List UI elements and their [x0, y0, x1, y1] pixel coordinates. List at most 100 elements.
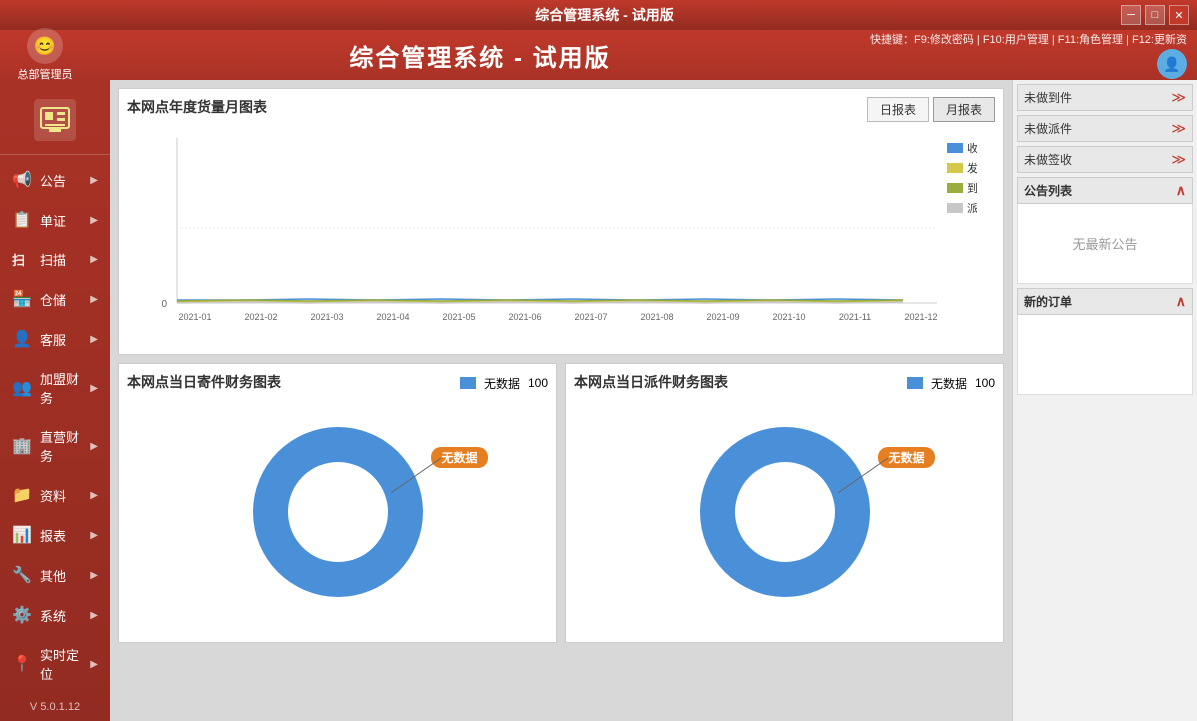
header-title: 综合管理系统 - 试用版 — [90, 38, 870, 73]
donut-left-legend: 无数据 100 — [460, 375, 548, 392]
not-dispatched-section: 未做派件 ≫ — [1017, 115, 1193, 142]
svg-text:收件: 收件 — [967, 141, 977, 155]
report-arrow: ▶ — [90, 530, 98, 541]
donut-left-legend-label: 无数据 — [484, 375, 520, 392]
minimize-button[interactable]: ─ — [1121, 5, 1141, 25]
sidebar-item-service[interactable]: 👤 客服 ▶ — [0, 319, 110, 359]
other-label: 其他 — [40, 566, 90, 585]
notice-arrow: ▶ — [90, 175, 98, 186]
alliance-icon: 👥 — [12, 378, 34, 398]
data-icon: 📁 — [12, 485, 34, 505]
new-order-content — [1017, 315, 1193, 395]
notice-list-header[interactable]: 公告列表 ∧ — [1017, 177, 1193, 204]
document-label: 单证 — [40, 211, 90, 230]
system-arrow: ▶ — [90, 610, 98, 621]
new-order-header[interactable]: 新的订单 ∧ — [1017, 288, 1193, 315]
not-arrived-section: 未做到件 ≫ — [1017, 84, 1193, 111]
maximize-button[interactable]: □ — [1145, 5, 1165, 25]
notice-list-empty: 无最新公告 — [1072, 237, 1137, 252]
service-arrow: ▶ — [90, 334, 98, 345]
data-label: 资料 — [40, 486, 90, 505]
svg-text:2021-12: 2021-12 — [904, 312, 937, 322]
sidebar-item-report[interactable]: 📊 报表 ▶ — [0, 515, 110, 555]
donut-left-svg — [238, 412, 438, 612]
donut-right-legend-label: 无数据 — [931, 375, 967, 392]
svg-text:2021-01: 2021-01 — [178, 312, 211, 322]
location-icon: 📍 — [12, 654, 34, 674]
close-button[interactable]: ✕ — [1169, 5, 1189, 25]
window-controls: ─ □ ✕ — [1121, 5, 1189, 25]
badge-line-svg — [391, 458, 451, 498]
donut-right-no-data: 无数据 — [878, 447, 934, 468]
location-arrow: ▶ — [90, 659, 98, 670]
not-signed-section: 未做签收 ≫ — [1017, 146, 1193, 173]
donut-right-legend-value: 100 — [975, 376, 995, 390]
system-icon: ⚙️ — [12, 605, 34, 625]
not-arrived-header[interactable]: 未做到件 ≫ — [1017, 84, 1193, 111]
svg-text:2021-09: 2021-09 — [706, 312, 739, 322]
notice-icon: 📢 — [12, 170, 34, 190]
sidebar-item-scan[interactable]: 扫 扫描 ▶ — [0, 240, 110, 279]
not-arrived-label: 未做到件 — [1024, 89, 1072, 106]
direct-label: 直营财务 — [40, 427, 90, 465]
new-order-section: 新的订单 ∧ — [1017, 288, 1193, 395]
sidebar-item-alliance[interactable]: 👥 加盟财务 ▶ — [0, 359, 110, 417]
chart-buttons: 日报表 月报表 — [867, 97, 995, 122]
svg-text:2021-06: 2021-06 — [508, 312, 541, 322]
notice-list-section: 公告列表 ∧ 无最新公告 — [1017, 177, 1193, 284]
sidebar-item-direct[interactable]: 🏢 直营财务 ▶ — [0, 417, 110, 475]
sidebar-item-warehouse[interactable]: 🏪 仓储 ▶ — [0, 279, 110, 319]
notice-list-content: 无最新公告 — [1017, 204, 1193, 284]
header-logo: 😊 总部管理员 — [10, 28, 80, 82]
sidebar-item-notice[interactable]: 📢 公告 ▶ — [0, 160, 110, 200]
donut-left-legend-color — [460, 377, 476, 389]
sidebar-logo-icon — [34, 99, 76, 141]
donut-right-legend-color — [907, 377, 923, 389]
titlebar-title: 综合管理系统 - 试用版 — [88, 5, 1121, 25]
donut-left-title: 本网点当日寄件财务图表 — [127, 372, 281, 392]
svg-text:2021-08: 2021-08 — [640, 312, 673, 322]
donut-left-card: 本网点当日寄件财务图表 无数据 100 — [118, 363, 557, 643]
donut-left-legend-value: 100 — [528, 376, 548, 390]
warehouse-icon: 🏪 — [12, 289, 34, 309]
donut-right-container: 无数据 — [574, 402, 995, 622]
sidebar-item-data[interactable]: 📁 资料 ▶ — [0, 475, 110, 515]
svg-text:2021-04: 2021-04 — [376, 312, 409, 322]
not-arrived-expand-icon: ≫ — [1171, 89, 1186, 106]
svg-text:2021-03: 2021-03 — [310, 312, 343, 322]
svg-text:2021-05: 2021-05 — [442, 312, 475, 322]
donut-right-legend: 无数据 100 — [907, 375, 995, 392]
monthly-report-button[interactable]: 月报表 — [933, 97, 995, 122]
donut-right-card: 本网点当日派件财务图表 无数据 100 — [565, 363, 1004, 643]
sidebar-item-location[interactable]: 📍 实时定位 ▶ — [0, 635, 110, 693]
not-signed-expand-icon: ≫ — [1171, 151, 1186, 168]
line-chart-svg: 0 2021-01 2021-02 — [137, 128, 977, 338]
not-dispatched-header[interactable]: 未做派件 ≫ — [1017, 115, 1193, 142]
donut-row: 本网点当日寄件财务图表 无数据 100 — [118, 363, 1004, 643]
donut-left-container: 无数据 — [127, 402, 548, 622]
sidebar: 📢 公告 ▶ 📋 单证 ▶ 扫 扫描 ▶ 🏪 仓储 ▶ 👤 客服 ▶ 👥 加盟财… — [0, 80, 110, 721]
new-order-label: 新的订单 — [1024, 293, 1072, 310]
direct-icon: 🏢 — [12, 436, 34, 456]
other-icon: 🔧 — [12, 565, 34, 585]
not-dispatched-expand-icon: ≫ — [1171, 120, 1186, 137]
sidebar-logo-area — [0, 85, 110, 155]
system-label: 系统 — [40, 606, 90, 625]
daily-report-button[interactable]: 日报表 — [867, 97, 929, 122]
sidebar-item-other[interactable]: 🔧 其他 ▶ — [0, 555, 110, 595]
not-signed-header[interactable]: 未做签收 ≫ — [1017, 146, 1193, 173]
content-area: 本网点年度货量月图表 日报表 月报表 0 — [110, 80, 1197, 721]
sidebar-item-system[interactable]: ⚙️ 系统 ▶ — [0, 595, 110, 635]
main-content: 本网点年度货量月图表 日报表 月报表 0 — [110, 80, 1012, 721]
badge-line-right-svg — [838, 458, 898, 498]
main-layout: 📢 公告 ▶ 📋 单证 ▶ 扫 扫描 ▶ 🏪 仓储 ▶ 👤 客服 ▶ 👥 加盟财… — [0, 80, 1197, 721]
user-icon: 👤 — [1157, 49, 1187, 79]
document-arrow: ▶ — [90, 215, 98, 226]
logo-icon: 😊 — [27, 28, 63, 64]
sidebar-item-document[interactable]: 📋 单证 ▶ — [0, 200, 110, 240]
document-icon: 📋 — [12, 210, 34, 230]
line-chart-title: 本网点年度货量月图表 — [127, 97, 267, 117]
svg-text:2021-10: 2021-10 — [772, 312, 805, 322]
data-arrow: ▶ — [90, 490, 98, 501]
scan-icon: 扫 — [12, 250, 34, 269]
